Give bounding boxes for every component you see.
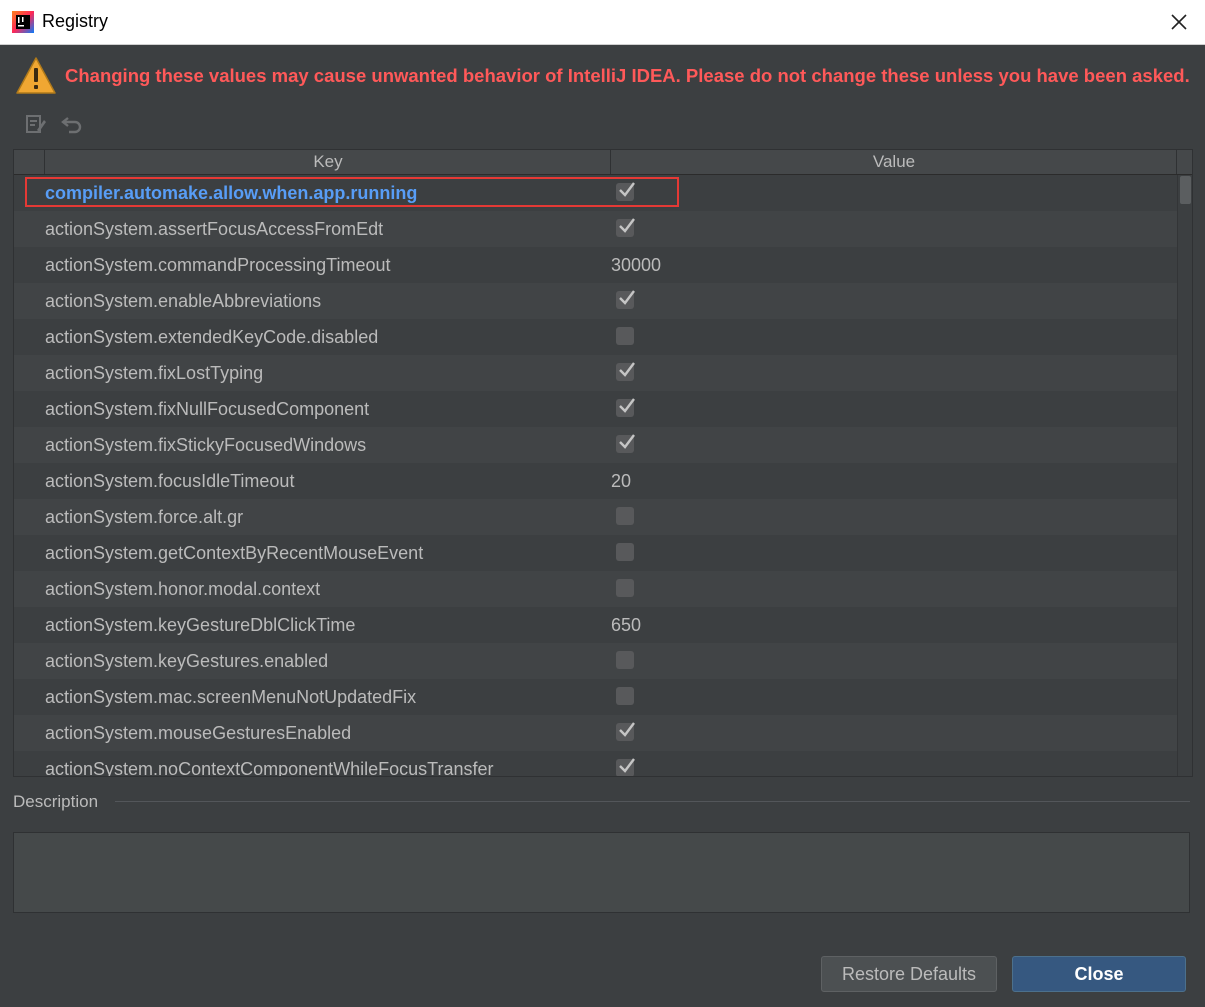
close-button[interactable]: Close bbox=[1012, 956, 1186, 992]
registry-table: Key Value compiler.automake.allow.when.a… bbox=[13, 149, 1193, 777]
warning-message: Changing these values may cause unwanted… bbox=[65, 65, 1190, 86]
table-row[interactable]: actionSystem.fixStickyFocusedWindows bbox=[14, 427, 1177, 463]
table-header: Key Value bbox=[14, 150, 1192, 175]
registry-key: actionSystem.honor.modal.context bbox=[45, 579, 321, 599]
checkmark-icon bbox=[619, 290, 635, 305]
edit-icon[interactable] bbox=[24, 112, 48, 136]
registry-key: actionSystem.mac.screenMenuNotUpdatedFix bbox=[45, 687, 417, 707]
close-window-icon[interactable] bbox=[1167, 10, 1191, 34]
registry-key: actionSystem.fixStickyFocusedWindows bbox=[45, 435, 367, 455]
warning-icon bbox=[16, 57, 56, 94]
window-title: Registry bbox=[42, 11, 109, 31]
restore-defaults-button[interactable]: Restore Defaults bbox=[821, 956, 997, 992]
checkbox-unchecked[interactable] bbox=[616, 651, 634, 669]
vertical-scrollbar[interactable] bbox=[1177, 175, 1192, 776]
table-row[interactable]: actionSystem.mouseGesturesEnabled bbox=[14, 715, 1177, 751]
checkbox-checked[interactable] bbox=[616, 722, 635, 741]
checkbox-checked[interactable] bbox=[616, 398, 635, 417]
registry-key: actionSystem.keyGestures.enabled bbox=[45, 651, 329, 671]
revert-icon[interactable] bbox=[60, 112, 84, 136]
checkmark-icon bbox=[619, 218, 635, 233]
table-row[interactable]: actionSystem.force.alt.gr bbox=[14, 499, 1177, 535]
checkbox-unchecked[interactable] bbox=[616, 687, 634, 705]
checkbox-checked[interactable] bbox=[616, 290, 635, 309]
scrollbar-thumb[interactable] bbox=[1180, 176, 1191, 204]
description-divider bbox=[115, 801, 1190, 802]
registry-key: actionSystem.commandProcessingTimeout bbox=[45, 255, 391, 275]
registry-key: actionSystem.fixNullFocusedComponent bbox=[45, 399, 370, 419]
column-header-key[interactable]: Key bbox=[44, 150, 611, 174]
description-label: Description bbox=[13, 792, 99, 811]
checkbox-checked[interactable] bbox=[616, 758, 635, 776]
checkbox-unchecked[interactable] bbox=[616, 579, 634, 597]
table-row[interactable]: actionSystem.mac.screenMenuNotUpdatedFix bbox=[14, 679, 1177, 715]
registry-key: actionSystem.enableAbbreviations bbox=[45, 291, 322, 311]
registry-key: actionSystem.extendedKeyCode.disabled bbox=[45, 327, 379, 347]
table-row[interactable]: actionSystem.commandProcessingTimeout 300… bbox=[14, 247, 1177, 283]
registry-key: actionSystem.getContextByRecentMouseEven… bbox=[45, 543, 424, 563]
registry-key: actionSystem.fixLostTyping bbox=[45, 363, 264, 383]
registry-key: actionSystem.keyGestureDblClickTime bbox=[45, 615, 356, 635]
checkmark-icon bbox=[619, 758, 635, 773]
registry-value[interactable]: 30000 bbox=[611, 247, 661, 283]
checkbox-checked[interactable] bbox=[616, 434, 635, 453]
title-bar: Registry bbox=[0, 0, 1205, 45]
checkbox-checked[interactable] bbox=[616, 218, 635, 237]
header-corner bbox=[1176, 150, 1192, 174]
checkmark-icon bbox=[619, 722, 635, 737]
column-header-value[interactable]: Value bbox=[610, 150, 1177, 174]
table-row[interactable]: actionSystem.enableAbbreviations bbox=[14, 283, 1177, 319]
table-row[interactable]: actionSystem.focusIdleTimeout 20 bbox=[14, 463, 1177, 499]
table-row[interactable]: actionSystem.fixNullFocusedComponent bbox=[14, 391, 1177, 427]
registry-key: actionSystem.focusIdleTimeout bbox=[45, 471, 295, 491]
intellij-app-icon bbox=[12, 11, 34, 33]
table-row[interactable]: actionSystem.fixLostTyping bbox=[14, 355, 1177, 391]
highlight-annotation-box bbox=[25, 177, 679, 207]
checkbox-unchecked[interactable] bbox=[616, 327, 634, 345]
registry-key: actionSystem.force.alt.gr bbox=[45, 507, 244, 527]
table-row[interactable]: actionSystem.extendedKeyCode.disabled bbox=[14, 319, 1177, 355]
checkmark-icon bbox=[619, 434, 635, 449]
table-row[interactable]: compiler.automake.allow.when.app.running bbox=[14, 175, 1177, 211]
checkbox-unchecked[interactable] bbox=[616, 507, 634, 525]
table-row[interactable]: actionSystem.noContextComponentWhileFocu… bbox=[14, 751, 1177, 777]
table-row[interactable]: actionSystem.getContextByRecentMouseEven… bbox=[14, 535, 1177, 571]
table-row[interactable]: actionSystem.keyGestureDblClickTime 650 bbox=[14, 607, 1177, 643]
registry-key: actionSystem.assertFocusAccessFromEdt bbox=[45, 219, 384, 239]
checkmark-icon bbox=[619, 362, 635, 377]
header-gutter bbox=[14, 150, 44, 174]
table-row[interactable]: actionSystem.assertFocusAccessFromEdt bbox=[14, 211, 1177, 247]
description-panel bbox=[13, 832, 1190, 913]
checkbox-unchecked[interactable] bbox=[616, 543, 634, 561]
registry-value[interactable]: 650 bbox=[611, 607, 641, 643]
registry-value[interactable]: 20 bbox=[611, 463, 631, 499]
registry-key: actionSystem.mouseGesturesEnabled bbox=[45, 723, 352, 743]
table-row[interactable]: actionSystem.honor.modal.context bbox=[14, 571, 1177, 607]
checkbox-checked[interactable] bbox=[616, 362, 635, 381]
registry-key: actionSystem.noContextComponentWhileFocu… bbox=[45, 759, 494, 777]
checkmark-icon bbox=[619, 398, 635, 413]
table-row[interactable]: actionSystem.keyGestures.enabled bbox=[14, 643, 1177, 679]
